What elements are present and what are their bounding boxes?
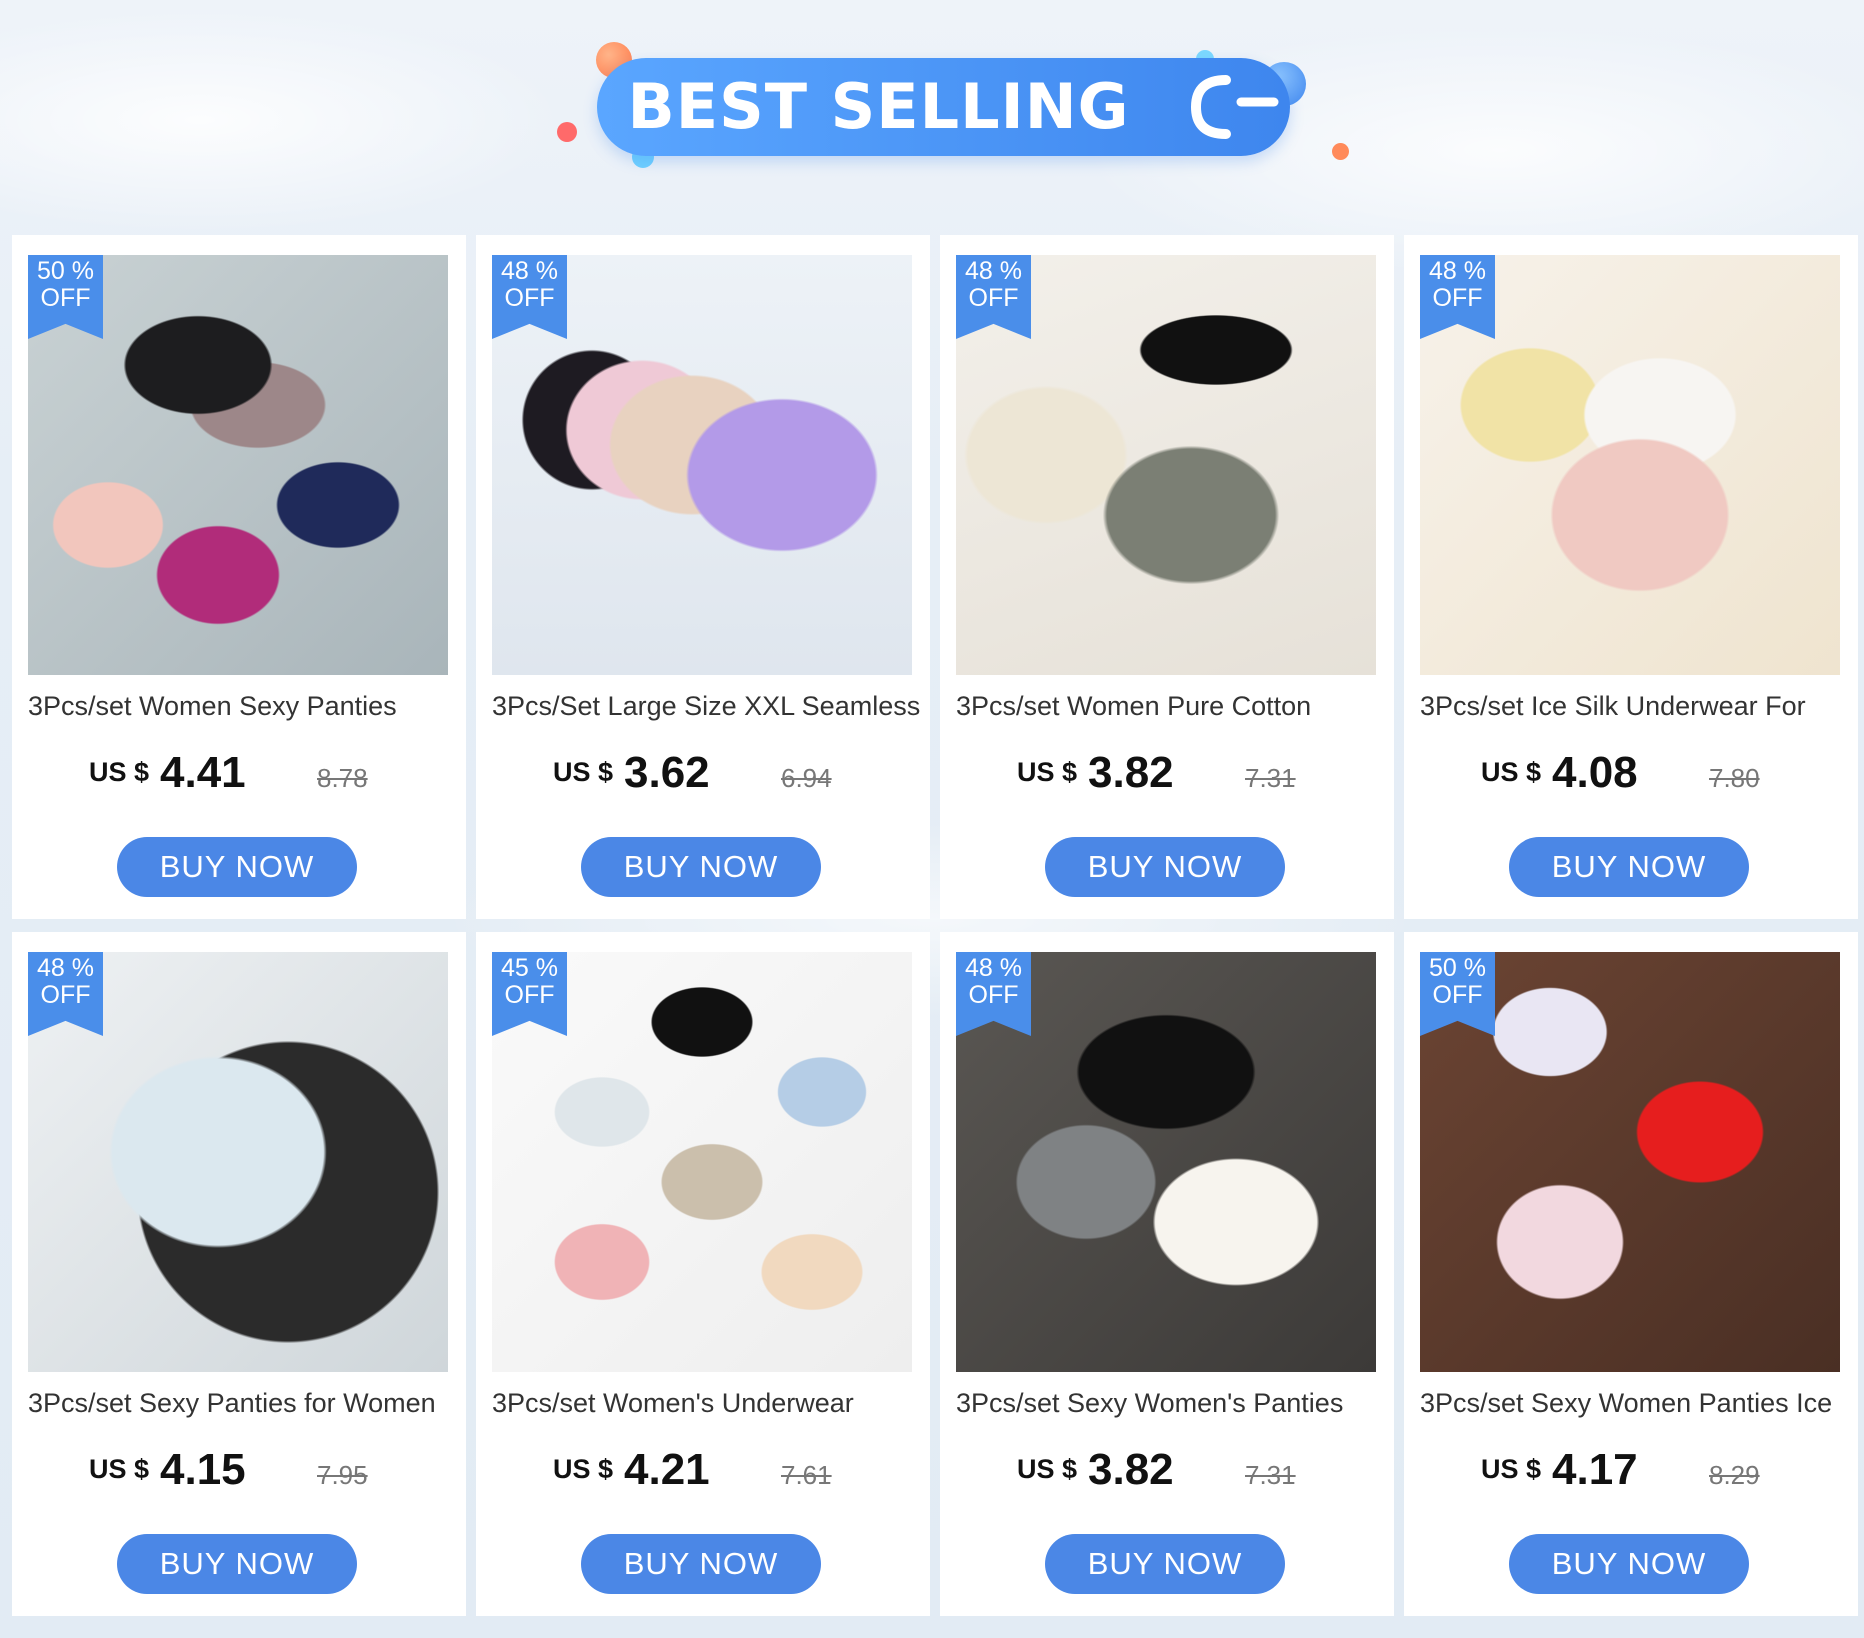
product-image[interactable]: 48 % OFF	[28, 952, 448, 1372]
sale-price: 4.41	[160, 748, 246, 797]
sale-price: 3.62	[624, 748, 710, 797]
currency-label: US $	[89, 1454, 150, 1484]
discount-badge: 50 % OFF	[1420, 952, 1495, 1036]
product-card[interactable]: 48 % OFF 3Pcs/set Ice Silk Underwear For…	[1404, 235, 1858, 919]
sale-price: 4.08	[1552, 748, 1638, 797]
currency-label: US $	[1017, 757, 1078, 787]
discount-off-label: OFF	[968, 284, 1019, 312]
discount-percent: 48 %	[501, 257, 558, 285]
discount-off-label: OFF	[1432, 981, 1483, 1009]
discount-off-label: OFF	[40, 981, 91, 1009]
currency-label: US $	[1481, 757, 1542, 787]
buy-now-button[interactable]: BUY NOW	[117, 837, 357, 897]
discount-off-label: OFF	[968, 981, 1019, 1009]
discount-percent: 48 %	[1429, 257, 1486, 285]
discount-percent: 48 %	[965, 257, 1022, 285]
decor-dot-icon	[1332, 143, 1349, 160]
product-card[interactable]: 45 % OFF 3Pcs/set Women's Underwear US $…	[476, 932, 930, 1616]
product-image[interactable]: 48 % OFF	[956, 255, 1376, 675]
sale-price: 4.21	[624, 1445, 710, 1494]
product-title[interactable]: 3Pcs/set Women's Underwear	[492, 1385, 922, 1421]
price-row: US $ 3.82 7.31	[940, 745, 1394, 805]
product-image[interactable]: 48 % OFF	[956, 952, 1376, 1372]
original-price: 7.31	[1245, 763, 1296, 793]
buy-now-button[interactable]: BUY NOW	[1045, 1534, 1285, 1594]
price-row: US $ 4.15 7.95	[12, 1442, 466, 1502]
discount-badge: 48 % OFF	[956, 952, 1031, 1036]
discount-badge: 48 % OFF	[492, 255, 567, 339]
product-image[interactable]: 45 % OFF	[492, 952, 912, 1372]
product-card[interactable]: 48 % OFF 3Pcs/set Women Pure Cotton US $…	[940, 235, 1394, 919]
discount-off-label: OFF	[40, 284, 91, 312]
price-row: US $ 4.08 7.80	[1404, 745, 1858, 805]
discount-off-label: OFF	[504, 284, 555, 312]
original-price: 7.95	[317, 1460, 368, 1490]
discount-badge: 48 % OFF	[1420, 255, 1495, 339]
discount-percent: 50 %	[1429, 954, 1486, 982]
discount-badge: 48 % OFF	[956, 255, 1031, 339]
product-title[interactable]: 3Pcs/set Women Pure Cotton	[956, 688, 1386, 724]
product-card[interactable]: 48 % OFF 3Pcs/set Sexy Panties for Women…	[12, 932, 466, 1616]
original-price: 8.29	[1709, 1460, 1760, 1490]
product-title[interactable]: 3Pcs/Set Large Size XXL Seamless	[492, 688, 922, 724]
product-image[interactable]: 48 % OFF	[1420, 255, 1840, 675]
price-row: US $ 4.21 7.61	[476, 1442, 930, 1502]
currency-label: US $	[89, 757, 150, 787]
buy-now-button[interactable]: BUY NOW	[1509, 1534, 1749, 1594]
product-card[interactable]: 50 % OFF 3Pcs/set Sexy Women Panties Ice…	[1404, 932, 1858, 1616]
buy-now-button[interactable]: BUY NOW	[1509, 837, 1749, 897]
discount-percent: 48 %	[37, 954, 94, 982]
original-price: 7.61	[781, 1460, 832, 1490]
currency-label: US $	[1481, 1454, 1542, 1484]
product-card[interactable]: 48 % OFF 3Pcs/set Sexy Women's Panties U…	[940, 932, 1394, 1616]
product-title[interactable]: 3Pcs/set Sexy Women Panties Ice	[1420, 1385, 1850, 1421]
discount-percent: 50 %	[37, 257, 94, 285]
currency-label: US $	[553, 757, 614, 787]
currency-label: US $	[1017, 1454, 1078, 1484]
original-price: 6.94	[781, 763, 832, 793]
sale-price: 4.15	[160, 1445, 246, 1494]
discount-off-label: OFF	[504, 981, 555, 1009]
price-row: US $ 4.41 8.78	[12, 745, 466, 805]
discount-percent: 48 %	[965, 954, 1022, 982]
product-image[interactable]: 48 % OFF	[492, 255, 912, 675]
sale-price: 3.82	[1088, 748, 1174, 797]
original-price: 7.80	[1709, 763, 1760, 793]
decor-dot-icon	[557, 122, 577, 142]
original-price: 7.31	[1245, 1460, 1296, 1490]
discount-badge: 50 % OFF	[28, 255, 103, 339]
discount-percent: 45 %	[501, 954, 558, 982]
product-title[interactable]: 3Pcs/set Women Sexy Panties	[28, 688, 458, 724]
discount-off-label: OFF	[1432, 284, 1483, 312]
price-row: US $ 3.82 7.31	[940, 1442, 1394, 1502]
discount-badge: 48 % OFF	[28, 952, 103, 1036]
currency-label: US $	[553, 1454, 614, 1484]
buy-now-button[interactable]: BUY NOW	[581, 837, 821, 897]
buy-now-button[interactable]: BUY NOW	[117, 1534, 357, 1594]
discount-badge: 45 % OFF	[492, 952, 567, 1036]
sale-price: 3.82	[1088, 1445, 1174, 1494]
price-row: US $ 4.17 8.29	[1404, 1442, 1858, 1502]
product-image[interactable]: 50 % OFF	[28, 255, 448, 675]
price-row: US $ 3.62 6.94	[476, 745, 930, 805]
sale-price: 4.17	[1552, 1445, 1638, 1494]
buy-now-button[interactable]: BUY NOW	[581, 1534, 821, 1594]
product-card[interactable]: 50 % OFF 3Pcs/set Women Sexy Panties US …	[12, 235, 466, 919]
product-title[interactable]: 3Pcs/set Sexy Women's Panties	[956, 1385, 1386, 1421]
product-image[interactable]: 50 % OFF	[1420, 952, 1840, 1372]
buy-now-button[interactable]: BUY NOW	[1045, 837, 1285, 897]
product-title[interactable]: 3Pcs/set Sexy Panties for Women	[28, 1385, 458, 1421]
product-card[interactable]: 48 % OFF 3Pcs/Set Large Size XXL Seamles…	[476, 235, 930, 919]
page-title: BEST SELLING	[627, 70, 1130, 143]
original-price: 8.78	[317, 763, 368, 793]
product-title[interactable]: 3Pcs/set Ice Silk Underwear For	[1420, 688, 1850, 724]
